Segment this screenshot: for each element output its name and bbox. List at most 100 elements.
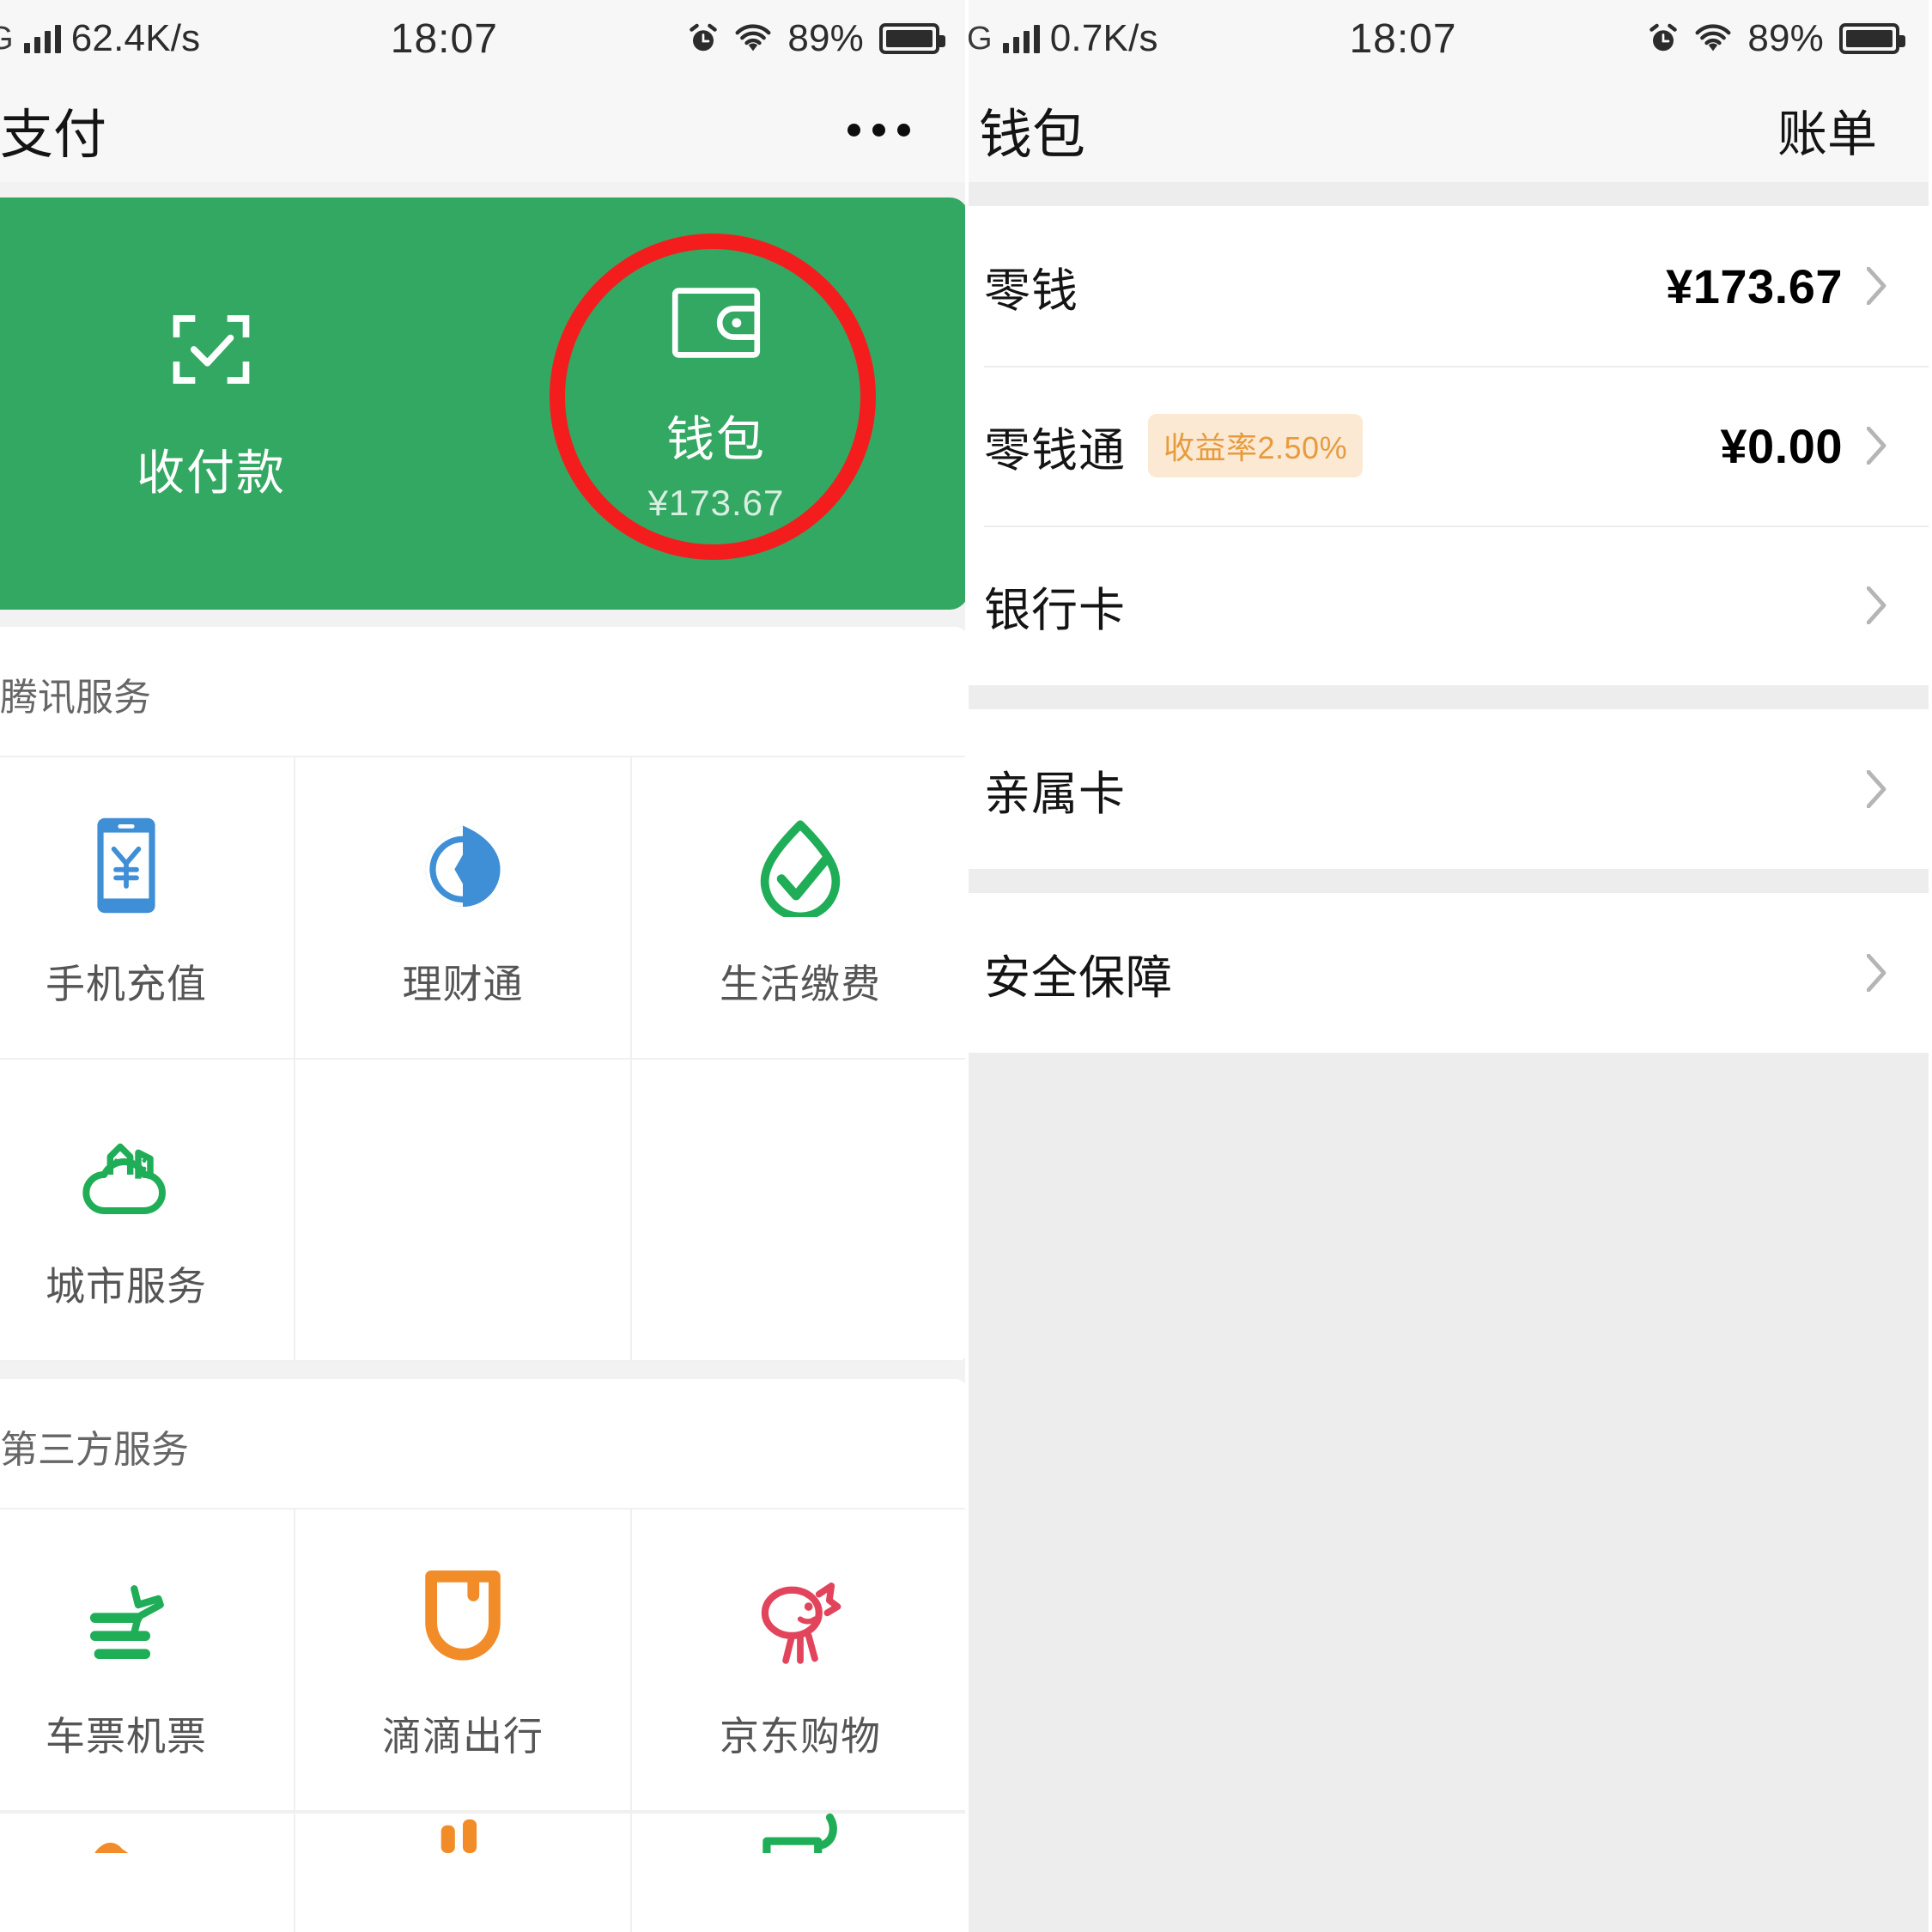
status-left-group: G 62.4K/s [0, 17, 200, 60]
alarm-clock-icon [1649, 23, 1678, 52]
chevron-right-icon [1867, 954, 1886, 992]
row-label: 银行卡 [984, 584, 1126, 636]
list-gap [969, 685, 1929, 709]
wallet-list-group-2: 亲属卡 [969, 709, 1929, 869]
wallet-row-lingqiantong[interactable]: 零钱通 收益率2.50% ¥0.00 [969, 366, 1929, 526]
service-label: 京东购物 [719, 1714, 881, 1759]
mobile-recharge-icon [85, 805, 167, 917]
payment-green-card: 收付款 钱包 ¥173.67 [0, 197, 965, 610]
wifi-icon [1695, 24, 1731, 52]
status-clock: 18:07 [1349, 15, 1457, 62]
tencent-services-card: 腾讯服务 手机充值 理财通 生活缴费 城市服务 [0, 627, 965, 1362]
page-title: 支付 [0, 106, 107, 165]
tencent-services-grid: 手机充值 理财通 生活缴费 城市服务 [0, 756, 965, 1362]
scan-qr-icon [165, 303, 258, 400]
service-item-licaitong[interactable]: 理财通 [295, 757, 632, 1060]
orange-icon [85, 1814, 167, 1853]
third-party-services-title: 第三方服务 [0, 1429, 189, 1471]
service-label: 生活缴费 [719, 962, 881, 1006]
wallet-list-group-3: 安全保障 [969, 893, 1929, 1053]
jd-shopping-icon [750, 1558, 850, 1669]
status-right-group: 89% [1648, 17, 1905, 60]
grid-empty-cell [295, 1060, 632, 1362]
third-party-services-grid-overflow [0, 1812, 965, 1932]
network-speed-label: 0.7K/s [1049, 17, 1158, 59]
chevron-right-icon [1867, 586, 1886, 624]
service-label: 理财通 [402, 962, 524, 1006]
yield-rate-badge: 收益率2.50% [1148, 414, 1364, 477]
dual-screenshot-container: G 62.4K/s 18:07 89% [0, 0, 1932, 1932]
bills-button[interactable]: 账单 [1777, 94, 1887, 166]
more-dots-icon[interactable] [848, 123, 927, 137]
wallet-label: 钱包 [666, 412, 766, 466]
tencent-services-title: 腾讯服务 [0, 677, 151, 719]
orange-bars-icon [433, 1814, 493, 1853]
row-label: 亲属卡 [984, 768, 1126, 820]
status-left-group: G 0.7K/s [969, 17, 1158, 60]
third-party-services-card: 第三方服务 车票机票 滴滴出行 京东购物 [0, 1379, 965, 1932]
signal-bars-icon [1002, 24, 1040, 53]
wallet-button[interactable]: 钱包 ¥173.67 [464, 197, 965, 610]
receive-pay-label: 收付款 [137, 446, 286, 500]
right-status-bar: G 0.7K/s 18:07 89% [969, 0, 1929, 77]
right-phone-screen: G 0.7K/s 18:07 89% 钱包 账单 零钱 ¥173.67 零钱通 … [969, 0, 1929, 1932]
service-item-partial-3[interactable] [631, 1814, 965, 1932]
row-label: 零钱通 [984, 424, 1126, 477]
service-item-city-service[interactable]: 城市服务 [0, 1060, 295, 1362]
battery-icon [879, 23, 945, 54]
left-status-bar: G 62.4K/s 18:07 89% [0, 0, 965, 77]
right-navigation-bar: 钱包 账单 [969, 77, 1929, 182]
train-plane-ticket-icon [78, 1558, 174, 1669]
licaitong-icon [413, 805, 513, 917]
service-item-train-plane-ticket[interactable]: 车票机票 [0, 1510, 295, 1812]
status-right-group: 89% [688, 17, 945, 60]
service-item-life-payment[interactable]: 生活缴费 [631, 757, 965, 1060]
life-payment-icon [752, 805, 848, 917]
wallet-row-change[interactable]: 零钱 ¥173.67 [969, 206, 1929, 366]
status-clock: 18:07 [390, 15, 498, 62]
wallet-icon [670, 283, 762, 367]
service-label: 手机充值 [45, 962, 207, 1006]
service-label: 滴滴出行 [381, 1714, 544, 1759]
receive-pay-button[interactable]: 收付款 [0, 197, 464, 610]
wifi-icon [735, 24, 771, 52]
third-party-services-grid: 车票机票 滴滴出行 京东购物 [0, 1508, 965, 1812]
wallet-row-security[interactable]: 安全保障 [969, 893, 1929, 1053]
didi-icon [420, 1558, 506, 1669]
chevron-right-icon [1867, 267, 1886, 305]
page-filler [969, 1053, 1929, 1932]
service-item-partial-1[interactable] [0, 1814, 295, 1932]
service-item-mobile-recharge[interactable]: 手机充值 [0, 757, 295, 1060]
row-label: 零钱 [984, 264, 1078, 317]
service-label: 车票机票 [45, 1714, 207, 1759]
service-item-partial-2[interactable] [295, 1814, 632, 1932]
wallet-row-bank-card[interactable]: 银行卡 [969, 526, 1929, 685]
network-speed-label: 62.4K/s [70, 17, 201, 59]
city-service-icon [78, 1108, 174, 1219]
wallet-row-family-card[interactable]: 亲属卡 [969, 709, 1929, 869]
list-gap [969, 182, 1929, 206]
network-type-label: G [0, 21, 14, 58]
left-navigation-bar: 支付 [0, 77, 965, 182]
battery-percent-label: 89% [1747, 17, 1824, 59]
wallet-list-group-1: 零钱 ¥173.67 零钱通 收益率2.50% ¥0.00 银行卡 [969, 206, 1929, 685]
battery-percent-label: 89% [787, 17, 864, 59]
signal-bars-icon [23, 24, 61, 53]
service-label: 城市服务 [45, 1264, 207, 1309]
wallet-amount: ¥173.67 [647, 483, 785, 523]
chevron-right-icon [1867, 770, 1886, 808]
row-label: 安全保障 [984, 951, 1173, 1004]
green-sofa-icon [753, 1814, 848, 1853]
service-item-jd-shopping[interactable]: 京东购物 [631, 1510, 965, 1812]
row-value: ¥0.00 [1720, 418, 1843, 473]
service-item-didi[interactable]: 滴滴出行 [295, 1510, 632, 1812]
page-title: 钱包 [979, 106, 1086, 165]
row-value: ¥173.67 [1666, 258, 1843, 313]
chevron-right-icon [1867, 427, 1886, 465]
grid-empty-cell [631, 1060, 965, 1362]
network-type-label: G [969, 20, 993, 57]
left-phone-screen: G 62.4K/s 18:07 89% [0, 0, 969, 1932]
alarm-clock-icon [690, 23, 718, 52]
battery-icon [1839, 23, 1905, 54]
list-gap [969, 869, 1929, 893]
